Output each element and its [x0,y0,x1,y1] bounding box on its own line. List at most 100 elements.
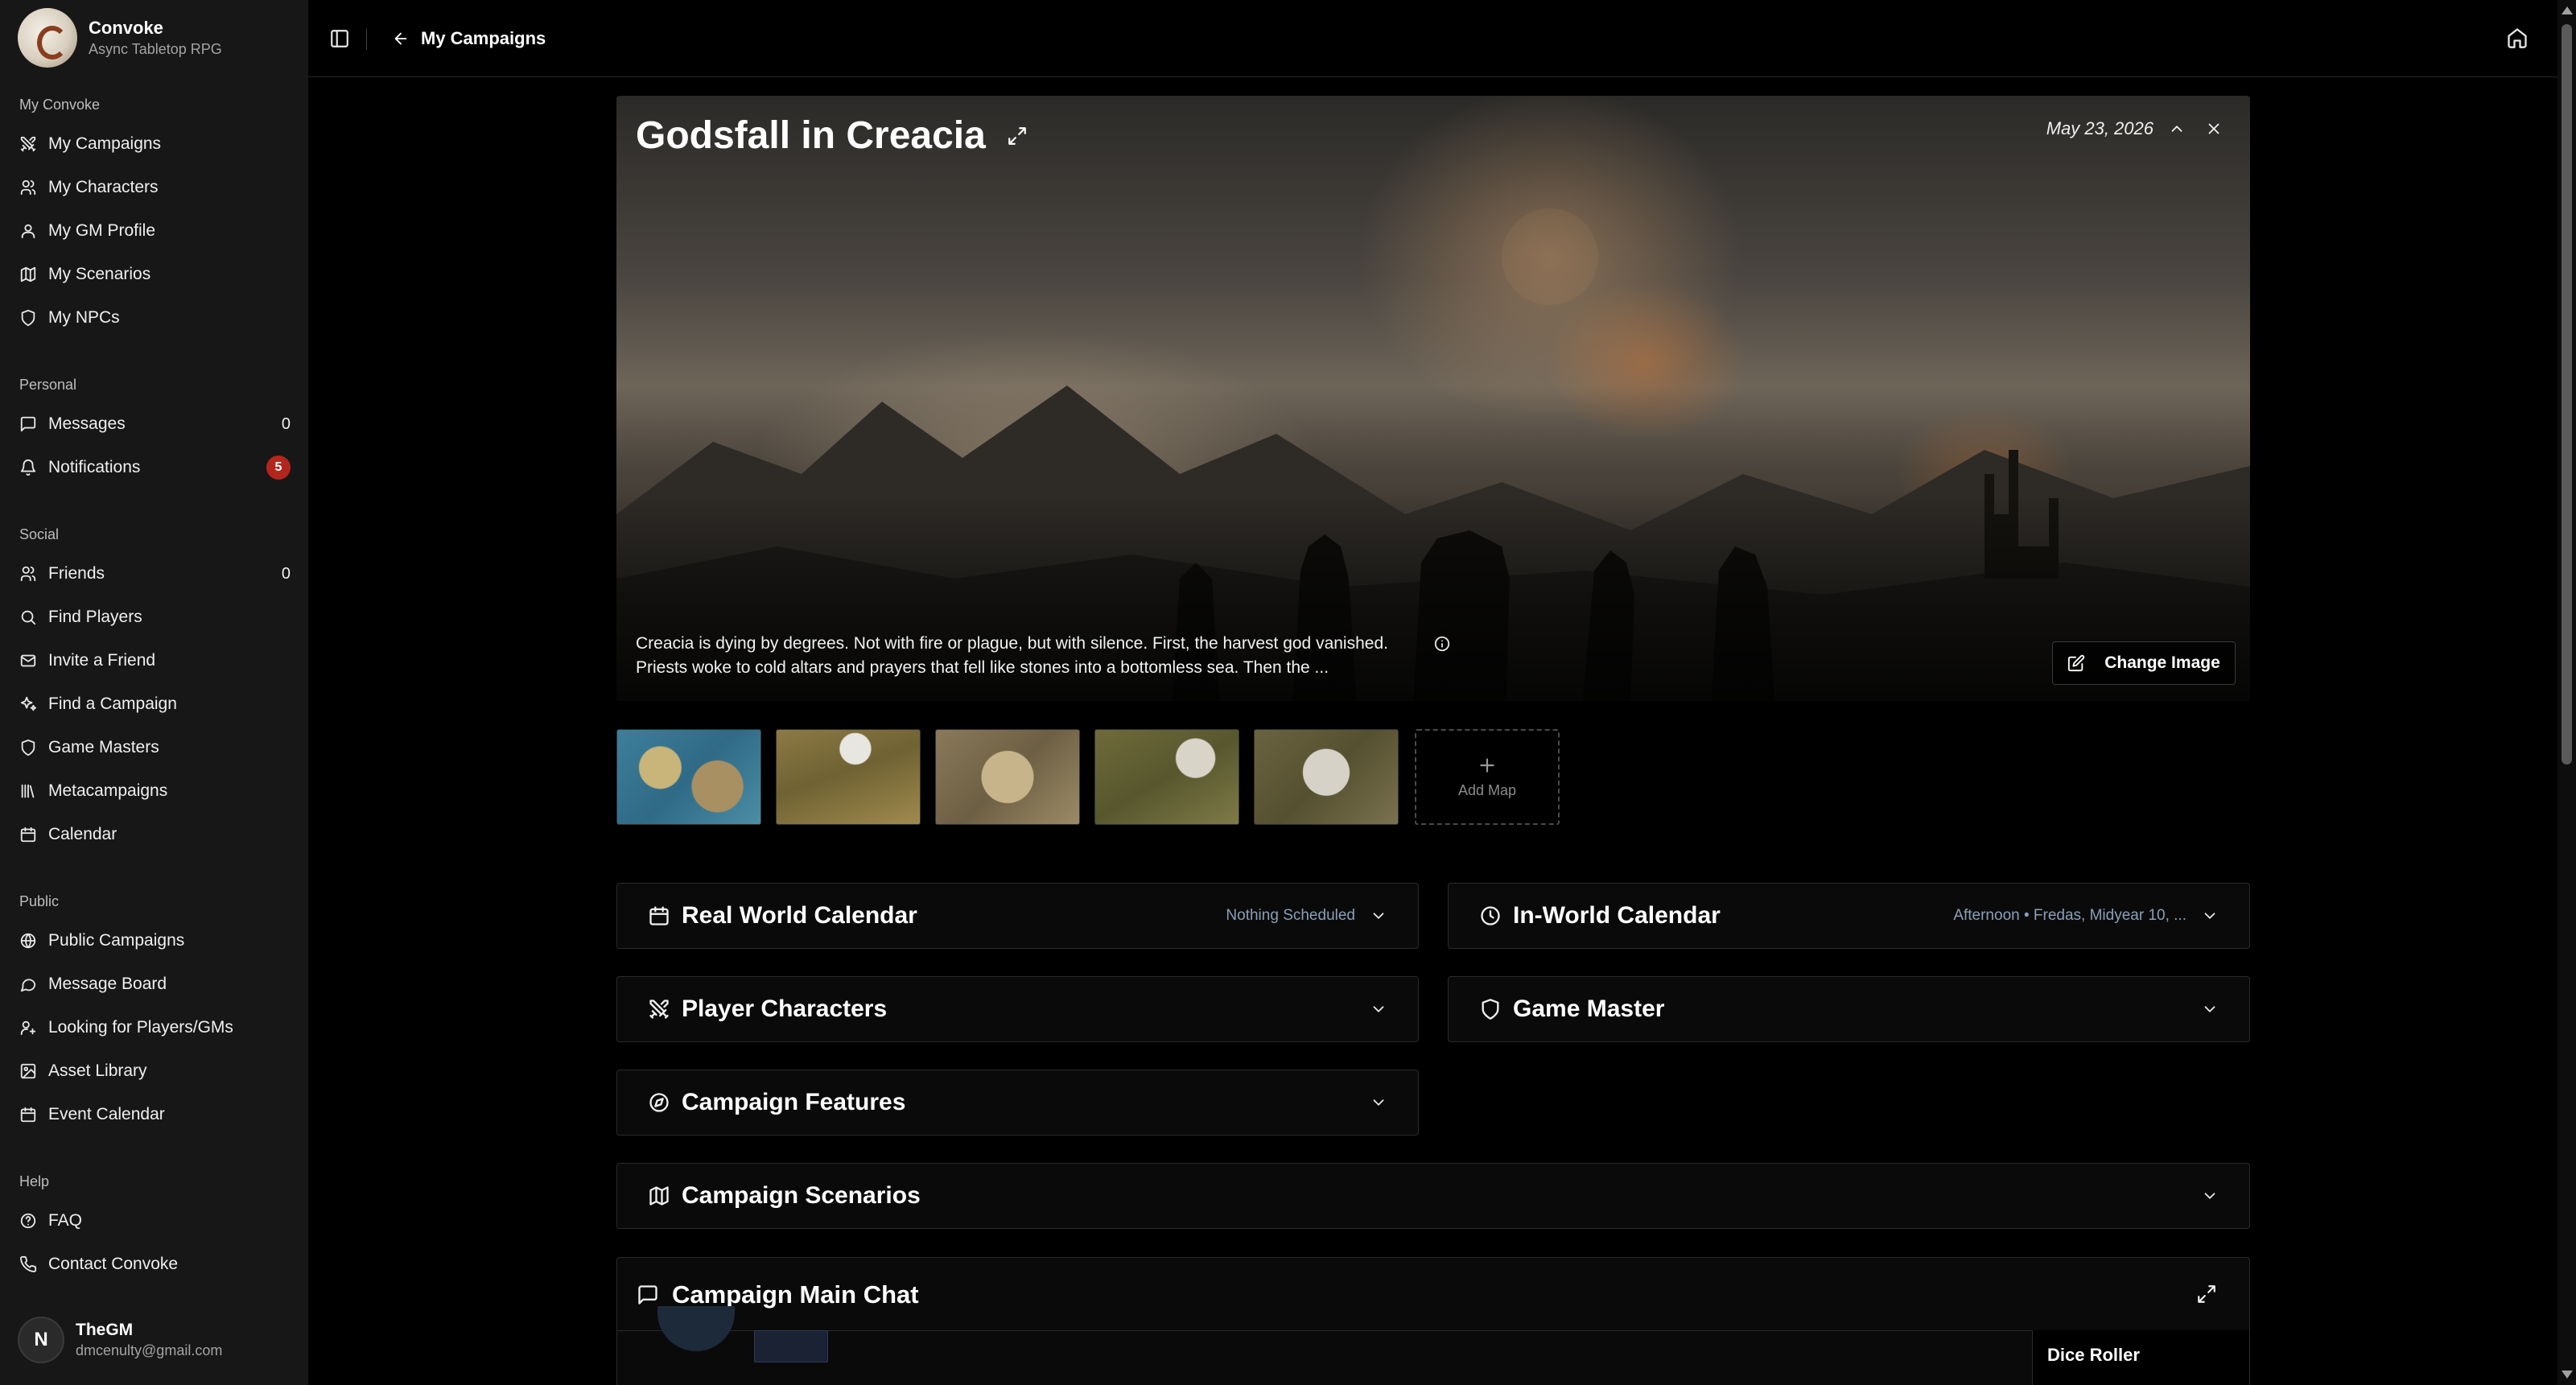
panel-title: Player Characters [682,995,888,1022]
sidebar-item-faq[interactable]: FAQ [19,1205,291,1237]
chevron-down-icon [2204,913,2215,919]
help-circle-icon [20,1213,36,1229]
sidebar-item-label: Public Campaigns [48,931,185,950]
mail-icon [20,654,36,667]
sidebar-item-label: Find Players [48,608,142,626]
map-thumbnail-3[interactable] [935,729,1080,825]
sidebar-item-messages[interactable]: Messages 0 [19,408,291,440]
chevron-down-icon [1373,1006,1384,1012]
expand-icon[interactable] [1007,126,1028,146]
sidebar-item-contact-convoke[interactable]: Contact Convoke [19,1248,291,1280]
sidebar-item-my-gm-profile[interactable]: My GM Profile [19,215,291,247]
sidebar-toggle-icon[interactable] [329,28,350,49]
sidebar-item-calendar[interactable]: Calendar [19,818,291,851]
brand[interactable]: Convoke Async Tabletop RPG [18,8,222,68]
sidebar-item-game-masters[interactable]: Game Masters [19,732,291,764]
info-icon[interactable] [1433,635,1451,653]
panel-title: In-World Calendar [1513,902,1721,929]
map-icon [20,266,36,282]
real-world-calendar-status: Nothing Scheduled [1226,907,1355,924]
map-thumbnail-1[interactable] [616,729,761,825]
sidebar-item-label: Friends [48,564,105,583]
search-icon [21,610,36,625]
divider [366,29,367,50]
plus-icon [1480,758,1494,773]
divider [617,1330,2034,1331]
message-icon [20,416,36,432]
sidebar-item-message-board[interactable]: Message Board [19,968,291,1000]
add-map-button[interactable]: Add Map [1415,729,1560,825]
sidebar-item-my-characters[interactable]: My Characters [19,171,291,204]
sidebar-item-notifications[interactable]: Notifications 5 [19,451,291,484]
sidebar-item-label: Messages [48,414,126,433]
clock-icon [1481,906,1500,925]
sidebar-item-label: Invite a Friend [48,651,156,670]
game-master-panel[interactable]: Game Master [1448,976,2250,1042]
sidebar-item-public-campaigns[interactable]: Public Campaigns [19,925,291,957]
sidebar-item-invite-a-friend[interactable]: Invite a Friend [19,645,291,677]
campaign-scenarios-panel[interactable]: Campaign Scenarios [616,1163,2250,1229]
real-world-calendar-panel[interactable]: Real World Calendar Nothing Scheduled [616,883,1419,949]
panel-title: Real World Calendar [682,902,917,929]
sidebar-item-asset-library[interactable]: Asset Library [19,1055,291,1087]
campaign-title: Godsfall in Creacia [636,113,1028,158]
dice-roller-title: Dice Roller [2047,1345,2140,1365]
change-image-button[interactable]: Change Image [2052,641,2236,685]
sidebar-item-my-campaigns[interactable]: My Campaigns [19,128,291,160]
description-line-2: Priests woke to cold altars and prayers … [636,658,1329,677]
sidebar-item-event-calendar[interactable]: Event Calendar [19,1099,291,1131]
back-link-label: My Campaigns [421,28,546,48]
section-help: Help [19,1173,50,1189]
sidebar-item-label: Metacampaigns [48,781,168,800]
add-map-label: Add Map [1457,782,1517,798]
sparkles-icon [20,696,37,711]
campaign-hero: Godsfall in Creacia May 23, 2026 Creacia… [616,96,2250,701]
expand-icon[interactable] [2196,1284,2217,1305]
in-world-calendar-panel[interactable]: In-World Calendar Afternoon • Fredas, Mi… [1448,883,2250,949]
sidebar-item-label: Event Calendar [48,1105,165,1123]
sidebar-item-my-npcs[interactable]: My NPCs [19,302,291,334]
in-world-calendar-status: Afternoon • Fredas, Midyear 10, ... [1953,907,2187,924]
user-profile[interactable]: N TheGM dmcenulty@gmail.com [18,1317,222,1363]
sidebar-item-my-scenarios[interactable]: My Scenarios [19,258,291,291]
sidebar-item-label: My GM Profile [48,221,156,240]
sidebar-item-label: Notifications [48,458,141,476]
chat-header: Campaign Main Chat [637,1280,919,1309]
section-public: Public [19,893,60,909]
sidebar-item-label: Asset Library [48,1061,147,1080]
sidebar-item-label: Find a Campaign [48,695,177,713]
scroll-down-arrow[interactable] [2562,1371,2573,1379]
calendar-icon [649,906,669,925]
map-thumbnail-4[interactable] [1094,729,1239,825]
campaign-description: Creacia is dying by degrees. Not with fi… [636,632,1424,680]
user-email: dmcenulty@gmail.com [76,1342,223,1358]
sidebar-item-metacampaigns[interactable]: Metacampaigns [19,775,291,807]
chevron-up-icon[interactable] [2168,120,2186,138]
map-icon [649,1186,669,1206]
back-link[interactable]: My Campaigns [392,24,546,53]
edit-icon [2068,654,2085,672]
close-icon[interactable] [2205,120,2223,138]
section-my-convoke: My Convoke [19,97,101,113]
notifications-badge: 5 [266,455,291,480]
scrollbar-thumb[interactable] [2562,24,2572,765]
panel-title: Campaign Features [682,1089,906,1115]
sidebar-item-find-players[interactable]: Find Players [19,601,291,633]
sidebar-item-friends[interactable]: Friends 0 [19,558,291,590]
campaign-title-text: Godsfall in Creacia [636,114,986,157]
home-icon[interactable] [2506,27,2529,49]
page-scrollbar[interactable] [2557,0,2576,1385]
phone-icon [20,1255,37,1272]
scroll-up-arrow[interactable] [2562,6,2573,14]
campaign-features-panel[interactable]: Campaign Features [616,1070,1419,1136]
library-icon [21,784,35,798]
map-thumbnail-5[interactable] [1254,729,1399,825]
messages-count: 0 [281,414,291,433]
map-thumbnail-2[interactable] [776,729,921,825]
player-characters-panel[interactable]: Player Characters [616,976,1419,1042]
brand-subtitle: Async Tabletop RPG [89,41,222,57]
friends-count: 0 [281,564,291,583]
sidebar-item-looking-for-players[interactable]: Looking for Players/GMs [19,1012,291,1044]
arrow-left-icon [394,32,407,45]
sidebar-item-find-a-campaign[interactable]: Find a Campaign [19,688,291,720]
